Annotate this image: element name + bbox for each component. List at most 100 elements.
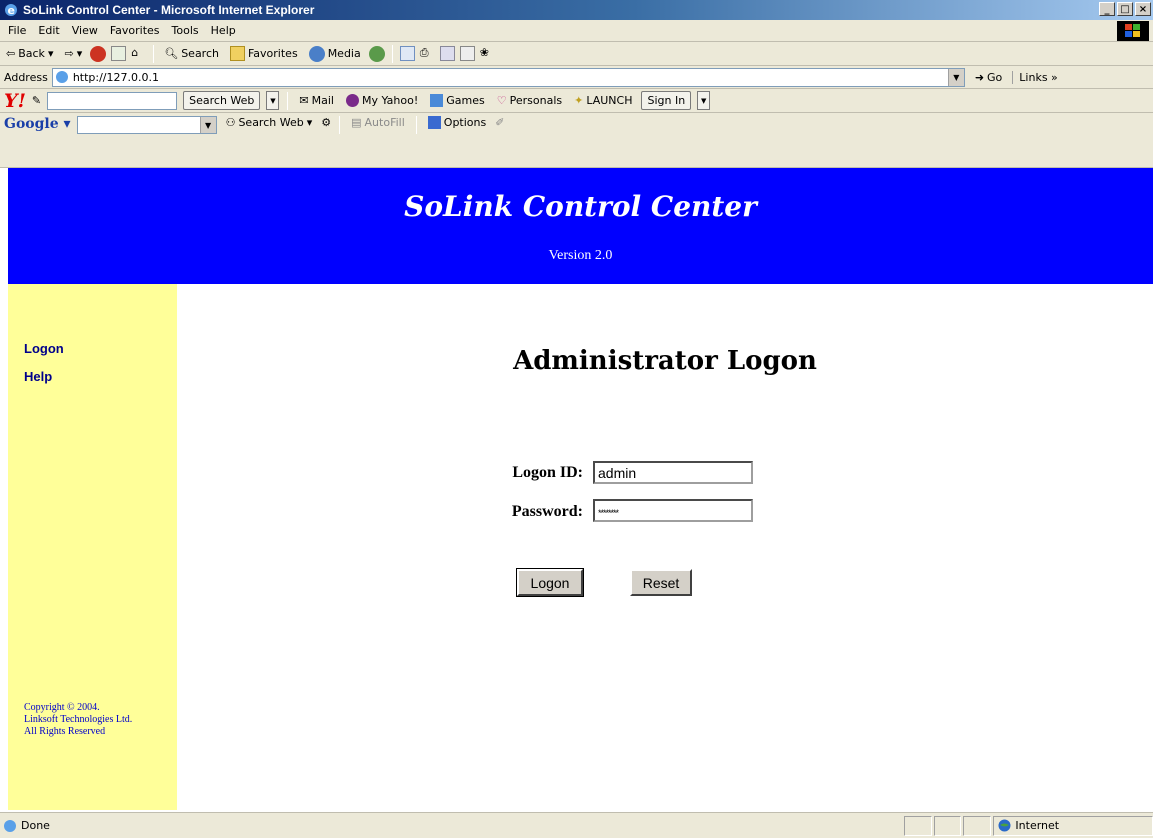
yahoo-search-input[interactable] [47,91,178,110]
status-cell [933,815,962,836]
menu-edit[interactable]: Edit [32,24,65,37]
sidebar-link-logon[interactable]: Logon [24,341,64,356]
yahoo-toolbar: Y! ✎ Search Web ▼ ✉ Mail My Yahoo! Games … [0,89,1153,113]
yahoo-sign-in-dropdown[interactable]: ▼ [697,91,711,110]
window-title-bar: e SoLink Control Center - Microsoft Inte… [0,0,1153,20]
search-button[interactable]: 🔍︎ Search [161,47,222,60]
heart-icon: ♡ [496,94,507,107]
status-bar: Done Internet [0,812,1153,838]
yahoo-launch-button[interactable]: ✦ LAUNCH [571,94,635,107]
autofill-button[interactable]: ▤ AutoFill [348,116,408,129]
page-header-banner: SoLink Control Center Version 2.0 [8,168,1153,284]
address-input[interactable]: http://127.0.0.1 ▼ [51,67,965,87]
yahoo-search-dropdown[interactable]: ▼ [266,91,280,110]
address-label: Address [4,70,48,84]
version-text: Version 2.0 [548,248,613,263]
media-button[interactable]: Media [306,45,364,62]
edit-icon[interactable] [439,46,455,61]
ie-app-icon: e [5,4,17,17]
forward-arrow-icon: ⇨ [64,47,74,60]
reset-button[interactable]: Reset [630,569,692,596]
google-logo-text: Google [4,116,59,132]
chevron-down-icon: ▾ [76,47,83,60]
window-controls: _ □ × [1099,2,1151,16]
logon-id-label: Logon ID: [512,464,583,481]
google-logo[interactable]: Google ▾ [4,116,71,132]
back-button[interactable]: ⇦ Back ▾ [3,47,56,60]
google-search-input[interactable]: ▼ [76,116,217,134]
links-button[interactable]: Links » [1012,70,1058,84]
links-label: Links [1019,70,1048,84]
mail-icon[interactable] [399,46,415,61]
password-input[interactable]: ******** [593,499,753,522]
copyright-line: Linksoft Technologies Ltd. [24,714,133,725]
copyright-line: Copyright © 2004. [24,702,100,713]
google-options-button[interactable]: Options [425,116,489,129]
security-zone-label: Internet [1015,819,1060,832]
mail-icon: ✉ [299,94,309,107]
logon-id-input[interactable]: admin [593,461,753,484]
home-icon[interactable]: ⌂ [131,46,146,61]
history-icon[interactable] [368,45,385,62]
address-bar: Address http://127.0.0.1 ▼ ➜ Go Links » [0,66,1153,89]
logon-id-value: admin [598,464,637,481]
print-icon[interactable]: ⎙ [420,46,435,61]
sidebar-link-help[interactable]: Help [24,369,52,384]
discuss-icon[interactable] [459,46,475,61]
window-title: SoLink Control Center - Microsoft Intern… [23,3,315,17]
yahoo-logo[interactable]: Y! [4,90,26,112]
pagerank-icon[interactable]: ⚙ [321,116,331,129]
google-search-button[interactable]: ⚇ Search Web ▾ [223,116,316,129]
google-search-dropdown[interactable]: ▼ [199,117,216,133]
favorites-label: Favorites [247,47,298,60]
toolbar-separator [339,116,341,134]
refresh-icon[interactable] [111,46,127,61]
menu-view[interactable]: View [66,24,104,37]
page-heading: Administrator Logon [513,346,817,376]
games-icon [430,94,444,107]
address-url: http://127.0.0.1 [72,70,159,84]
globe-icon [998,819,1011,832]
menu-bar: File Edit View Favorites Tools Help [0,20,1153,42]
highlighter-icon[interactable]: ✐ [495,116,504,129]
my-yahoo-button[interactable]: My Yahoo! [343,94,421,107]
favorites-icon [229,46,245,61]
forward-button[interactable]: ⇨ ▾ [61,47,85,60]
minimize-button[interactable]: _ [1099,2,1115,16]
toolbar-separator [391,44,393,63]
menu-help[interactable]: Help [205,24,242,37]
close-button[interactable]: × [1135,2,1151,16]
address-dropdown-button[interactable]: ▼ [947,68,964,86]
yahoo-mail-button[interactable]: ✉ Mail [296,94,337,107]
menu-favorites[interactable]: Favorites [104,24,166,37]
yahoo-personals-button[interactable]: ♡ Personals [494,94,565,107]
maximize-button[interactable]: □ [1117,2,1133,16]
pencil-icon[interactable]: ✎ [32,94,41,107]
menu-tools[interactable]: Tools [166,24,205,37]
page-title: SoLink Control Center [404,190,757,223]
media-label: Media [327,47,361,60]
password-label: Password: [511,503,583,520]
go-button[interactable]: ➜ Go [975,71,1002,84]
status-cell [963,815,992,836]
yahoo-sign-in-button[interactable]: Sign In [641,91,692,110]
password-value: ******** [598,507,619,518]
stop-icon[interactable] [90,45,107,62]
search-label: Search [181,47,219,60]
binoculars-icon: ⚇ [225,116,236,129]
yahoo-games-label: Games [446,94,485,107]
svg-text:e: e [8,4,15,17]
menu-file[interactable]: File [2,24,32,37]
launch-icon: ✦ [574,94,584,107]
google-search-label: Search Web [238,116,304,129]
back-arrow-icon: ⇦ [6,47,16,60]
logon-button[interactable]: Logon [516,568,584,597]
ie-page-icon [55,71,68,83]
options-icon [427,116,441,129]
yahoo-mail-label: Mail [311,94,334,107]
yahoo-search-button[interactable]: Search Web [183,91,261,110]
favorites-button[interactable]: Favorites [227,46,301,61]
go-arrow-icon: ➜ [974,70,985,84]
messenger-icon[interactable]: ❀ [480,46,495,61]
yahoo-games-button[interactable]: Games [427,94,487,107]
